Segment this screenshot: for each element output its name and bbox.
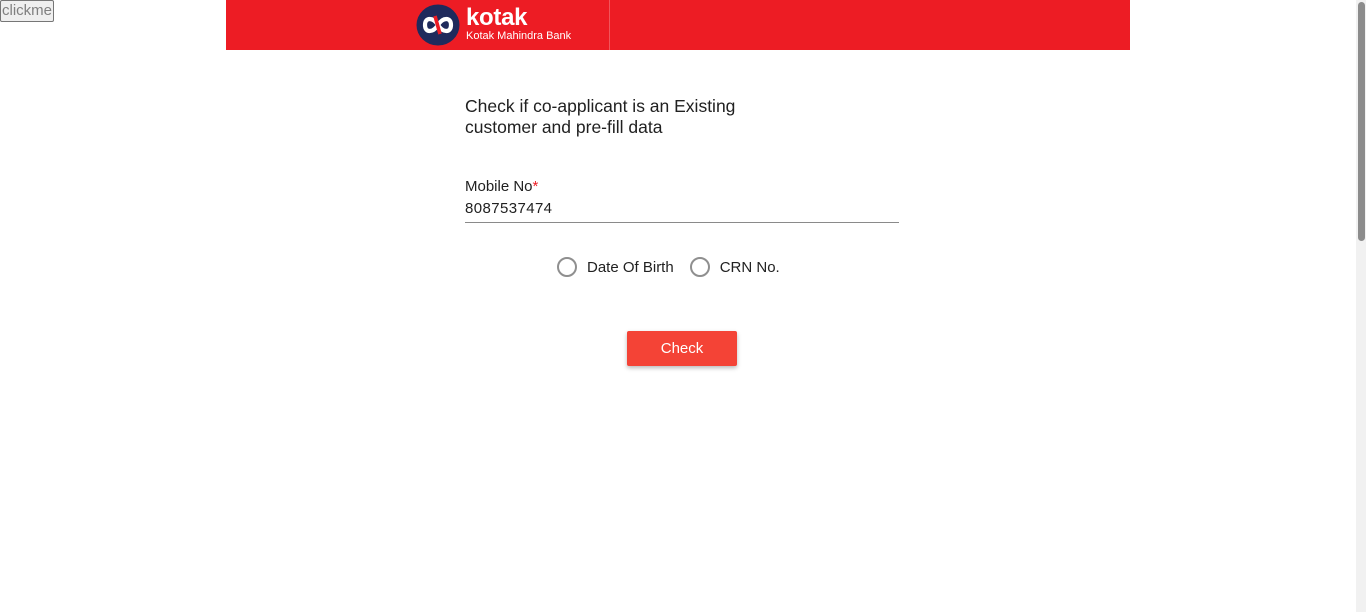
radio-label: CRN No. (719, 258, 780, 276)
radio-label: Date Of Birth (587, 258, 674, 276)
scrollbar-thumb[interactable] (1358, 2, 1365, 241)
required-marker: * (532, 178, 539, 195)
clickme-button[interactable]: clickme (0, 0, 55, 22)
mobile-input[interactable] (465, 200, 899, 223)
radio-date-of-birth[interactable]: Date Of Birth (557, 257, 674, 277)
radio-circle-icon[interactable] (557, 257, 577, 277)
check-button[interactable]: Check (627, 331, 737, 366)
coapplicant-check-form: Check if co-applicant is an Existing cus… (465, 96, 899, 366)
mobile-field: Mobile No* (465, 178, 899, 223)
header-divider (609, 0, 610, 50)
mobile-label: Mobile No* (465, 178, 899, 196)
radio-circle-icon[interactable] (689, 257, 710, 277)
page: clickme kotak Kotak Mahindra Bank Check … (0, 0, 1366, 612)
vertical-scrollbar[interactable] (1356, 0, 1366, 612)
form-title: Check if co-applicant is an Existing cus… (465, 96, 736, 137)
logo-wordmark: kotak (466, 4, 528, 31)
header-bar: kotak Kotak Mahindra Bank (226, 0, 1130, 50)
lookup-radio-group: Date Of Birth CRN No. (557, 257, 780, 277)
logo-subtitle: Kotak Mahindra Bank (466, 30, 572, 42)
kotak-logo[interactable]: kotak Kotak Mahindra Bank (416, 4, 571, 46)
logo-text: kotak Kotak Mahindra Bank (466, 4, 572, 43)
kotak-logo-icon (416, 4, 460, 46)
mobile-label-text: Mobile No (465, 178, 533, 195)
radio-crn-no[interactable]: CRN No. (689, 257, 780, 277)
